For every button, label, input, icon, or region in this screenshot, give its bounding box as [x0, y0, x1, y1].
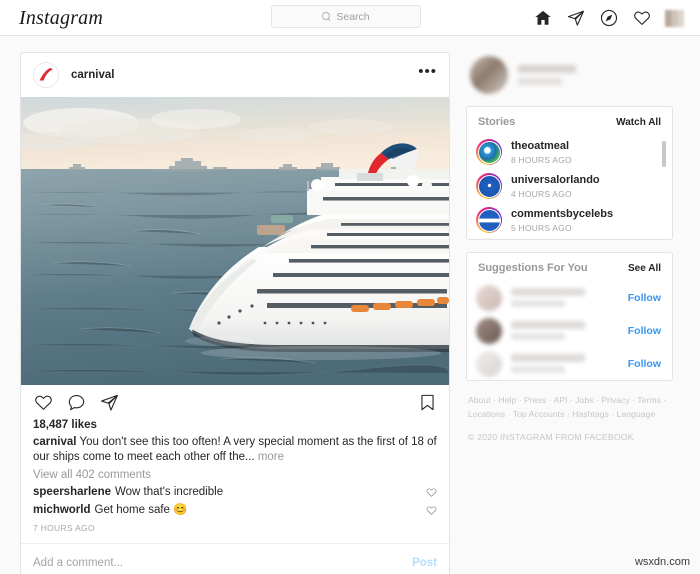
- stories-panel: Stories Watch All theoatmeal 8 HOURS AGO…: [466, 106, 673, 240]
- comment-text: Wow that's incredible: [115, 486, 224, 498]
- post-comment-button[interactable]: Post: [412, 557, 437, 569]
- current-user-avatar[interactable]: [470, 56, 508, 94]
- see-all-link[interactable]: See All: [628, 263, 661, 274]
- suggestion-item[interactable]: Follow: [467, 281, 672, 314]
- nav-icon-group: [533, 0, 684, 36]
- story-item[interactable]: commentsbycelebs 5 HOURS AGO: [467, 203, 672, 237]
- stories-header: Stories Watch All: [467, 107, 672, 135]
- caption-text: You don't see this too often! A very spe…: [33, 436, 437, 463]
- story-meta: theoatmeal 8 HOURS AGO: [511, 140, 572, 165]
- comment-like-icon[interactable]: [426, 487, 437, 498]
- comment-item: michworld Get home safe 😊: [21, 501, 449, 519]
- current-user-name-blurred: [518, 65, 576, 85]
- suggestion-avatar[interactable]: [476, 317, 502, 344]
- stories-title: Stories: [478, 116, 516, 128]
- comment-item: speersharlene Wow that's incredible: [21, 483, 449, 501]
- follow-button[interactable]: Follow: [628, 292, 661, 304]
- suggestion-username-blurred: [511, 354, 585, 362]
- post-username[interactable]: carnival: [71, 69, 114, 81]
- comment-username[interactable]: michworld: [33, 502, 91, 518]
- story-meta: universalorlando 4 HOURS AGO: [511, 174, 600, 199]
- stories-list[interactable]: theoatmeal 8 HOURS AGO universalorlando …: [467, 135, 672, 239]
- suggestions-title: Suggestions For You: [478, 262, 588, 274]
- story-username[interactable]: universalorlando: [511, 174, 600, 187]
- search-icon: [322, 12, 331, 21]
- current-user-row[interactable]: [466, 52, 673, 98]
- post-actions: [21, 385, 449, 419]
- story-meta: commentsbycelebs 5 HOURS AGO: [511, 208, 613, 233]
- activity-heart-icon[interactable]: [632, 9, 651, 28]
- share-icon[interactable]: [99, 392, 119, 412]
- watermark: wsxdn.com: [634, 556, 690, 568]
- suggestion-item[interactable]: Follow: [467, 314, 672, 347]
- story-username[interactable]: theoatmeal: [511, 140, 572, 153]
- blurred-fullname: [518, 78, 562, 85]
- follow-button[interactable]: Follow: [628, 358, 661, 370]
- suggestion-username-blurred: [511, 321, 585, 329]
- story-avatar-ring: [476, 173, 502, 199]
- suggestions-panel: Suggestions For You See All Follow Follo…: [466, 252, 673, 381]
- blurred-username: [518, 65, 576, 73]
- profile-avatar[interactable]: [665, 9, 684, 28]
- follow-button[interactable]: Follow: [628, 325, 661, 337]
- comment-icon[interactable]: [66, 392, 86, 412]
- suggestion-meta: [511, 321, 619, 340]
- direct-share-icon[interactable]: [566, 9, 585, 28]
- suggestion-meta: [511, 354, 619, 373]
- story-item[interactable]: universalorlando 4 HOURS AGO: [467, 169, 672, 203]
- feed-column: carnival ••• 18,487 likes carnival You d…: [20, 52, 450, 574]
- stories-scrollbar-track[interactable]: [662, 137, 669, 237]
- story-item[interactable]: theoatmeal 8 HOURS AGO: [467, 135, 672, 169]
- comment-like-icon[interactable]: [426, 505, 437, 516]
- story-avatar-ring: [476, 207, 502, 233]
- suggestion-subtitle-blurred: [511, 300, 565, 307]
- post-header: carnival •••: [21, 53, 449, 97]
- footer-links-line-1[interactable]: About · Help · Press · API · Jobs · Priv…: [468, 393, 671, 407]
- carnival-logo-avatar[interactable]: [33, 62, 59, 88]
- suggestion-username-blurred: [511, 288, 585, 296]
- view-all-comments-link[interactable]: View all 402 comments: [21, 465, 449, 483]
- suggestion-item[interactable]: Follow: [467, 347, 672, 380]
- post-card: carnival ••• 18,487 likes carnival You d…: [20, 52, 450, 574]
- watch-all-link[interactable]: Watch All: [616, 117, 661, 128]
- story-timestamp: 4 HOURS AGO: [511, 188, 572, 199]
- stories-scrollbar-thumb[interactable]: [662, 141, 666, 167]
- explore-compass-icon[interactable]: [599, 9, 618, 28]
- top-navigation-bar: Instagram Search: [0, 0, 700, 36]
- like-count[interactable]: 18,487 likes: [21, 419, 449, 435]
- comment-username[interactable]: speersharlene: [33, 484, 111, 500]
- instagram-logo[interactable]: Instagram: [19, 8, 103, 28]
- add-comment-input[interactable]: [33, 556, 413, 569]
- sidebar-footer: About · Help · Press · API · Jobs · Priv…: [466, 381, 673, 442]
- post-caption: carnival You don't see this too often! A…: [21, 435, 449, 465]
- add-comment-bar: Post: [21, 543, 449, 574]
- suggestion-meta: [511, 288, 619, 307]
- search-placeholder: Search: [336, 10, 370, 23]
- bookmark-icon[interactable]: [417, 392, 437, 412]
- caption-username[interactable]: carnival: [33, 436, 76, 448]
- story-timestamp: 8 HOURS AGO: [511, 154, 572, 165]
- like-icon[interactable]: [33, 392, 53, 412]
- sidebar-column: Stories Watch All theoatmeal 8 HOURS AGO…: [466, 52, 673, 442]
- post-timestamp: 7 HOURS AGO: [33, 523, 95, 533]
- search-input[interactable]: Search: [271, 5, 421, 28]
- story-timestamp: 5 HOURS AGO: [511, 222, 572, 233]
- suggestion-subtitle-blurred: [511, 333, 565, 340]
- footer-links-line-2[interactable]: Locations · Top Accounts · Hashtags · La…: [468, 407, 671, 421]
- suggestion-avatar[interactable]: [476, 350, 502, 377]
- comment-text: Get home safe 😊: [94, 504, 188, 516]
- home-icon[interactable]: [533, 9, 552, 28]
- story-avatar-ring: [476, 139, 502, 165]
- suggestions-header: Suggestions For You See All: [467, 253, 672, 281]
- story-username[interactable]: commentsbycelebs: [511, 208, 613, 221]
- instagram-feed-page: Instagram Search carnival ••• 18,487 lik…: [0, 0, 700, 574]
- story-item-partial[interactable]: [467, 237, 672, 239]
- suggestion-subtitle-blurred: [511, 366, 565, 373]
- suggestion-avatar[interactable]: [476, 284, 502, 311]
- post-options-icon[interactable]: •••: [418, 64, 437, 81]
- post-image[interactable]: [21, 97, 449, 385]
- caption-more-link[interactable]: more: [258, 451, 284, 463]
- copyright-text: © 2020 INSTAGRAM FROM FACEBOOK: [468, 432, 634, 442]
- profile-avatar-image: [665, 9, 684, 27]
